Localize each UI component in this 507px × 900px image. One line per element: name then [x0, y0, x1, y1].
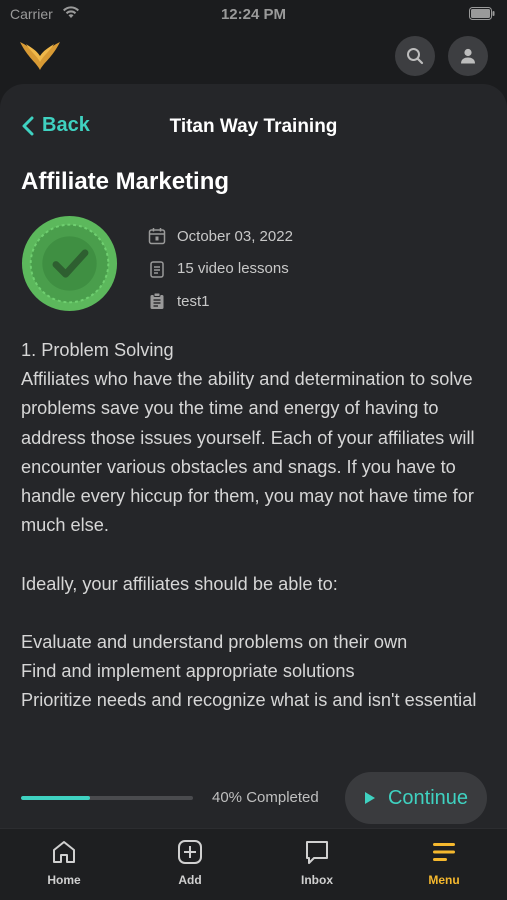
paragraph: Ideally, your affiliates should be able … [21, 573, 338, 594]
meta-author: test1 [148, 285, 293, 318]
clipboard-icon [150, 292, 164, 310]
tab-add[interactable]: Add [145, 839, 235, 887]
course-description: 1. Problem Solving Affiliates who have t… [21, 336, 491, 716]
status-bar: Carrier 12:24 PM [0, 0, 507, 28]
course-lessons: 15 video lessons [177, 260, 289, 278]
top-bar [0, 28, 507, 88]
course-meta: October 03, 2022 15 video lessons test1 [148, 220, 293, 318]
paragraph: Affiliates who have the ability and dete… [21, 369, 475, 536]
page-title: Titan Way Training [169, 116, 338, 137]
chat-icon [306, 841, 328, 864]
meta-date: October 03, 2022 [148, 220, 293, 253]
progress-label: 40% Completed [212, 789, 319, 806]
tab-bar: Home Add Inbox Menu [0, 828, 507, 900]
list-item: Prioritize needs and recognize what is a… [21, 690, 477, 711]
meta-lessons: 15 video lessons [148, 253, 293, 286]
list-item: Find and implement appropriate solutions [21, 661, 355, 682]
continue-label: Continue [387, 786, 469, 809]
tab-label: Add [178, 873, 202, 887]
search-icon [407, 48, 424, 65]
add-icon [178, 840, 202, 864]
progress-bar [21, 796, 193, 800]
profile-button[interactable] [448, 36, 488, 76]
progress-fill [21, 796, 90, 800]
tab-label: Home [47, 873, 81, 887]
course-title: Affiliate Marketing [21, 168, 230, 195]
tab-label: Inbox [301, 873, 333, 887]
continue-button[interactable]: Continue [345, 772, 487, 824]
list-item: Evaluate and understand problems on thei… [21, 632, 408, 652]
tab-inbox[interactable]: Inbox [272, 839, 362, 887]
checkmark-badge-icon [21, 215, 118, 312]
play-icon [364, 792, 375, 804]
wings-logo-icon[interactable] [18, 36, 62, 72]
progress-area: 40% Completed Continue [0, 769, 507, 827]
home-icon [53, 841, 75, 863]
section-heading: 1. Problem Solving [21, 340, 174, 360]
course-author: test1 [177, 292, 210, 310]
list-icon [150, 261, 164, 278]
nav-row: Back Titan Way Training [0, 102, 507, 150]
person-icon [461, 48, 475, 64]
menu-icon [433, 843, 455, 861]
tab-label: Menu [428, 873, 460, 887]
course-date: October 03, 2022 [177, 227, 293, 245]
calendar-icon [148, 228, 166, 245]
course-detail-sheet: Back Titan Way Training Affiliate Market… [0, 84, 507, 844]
tab-home[interactable]: Home [19, 839, 109, 887]
status-time: 12:24 PM [220, 6, 287, 23]
tab-menu[interactable]: Menu [399, 839, 489, 887]
battery-icon [469, 7, 495, 20]
search-button[interactable] [395, 36, 435, 76]
